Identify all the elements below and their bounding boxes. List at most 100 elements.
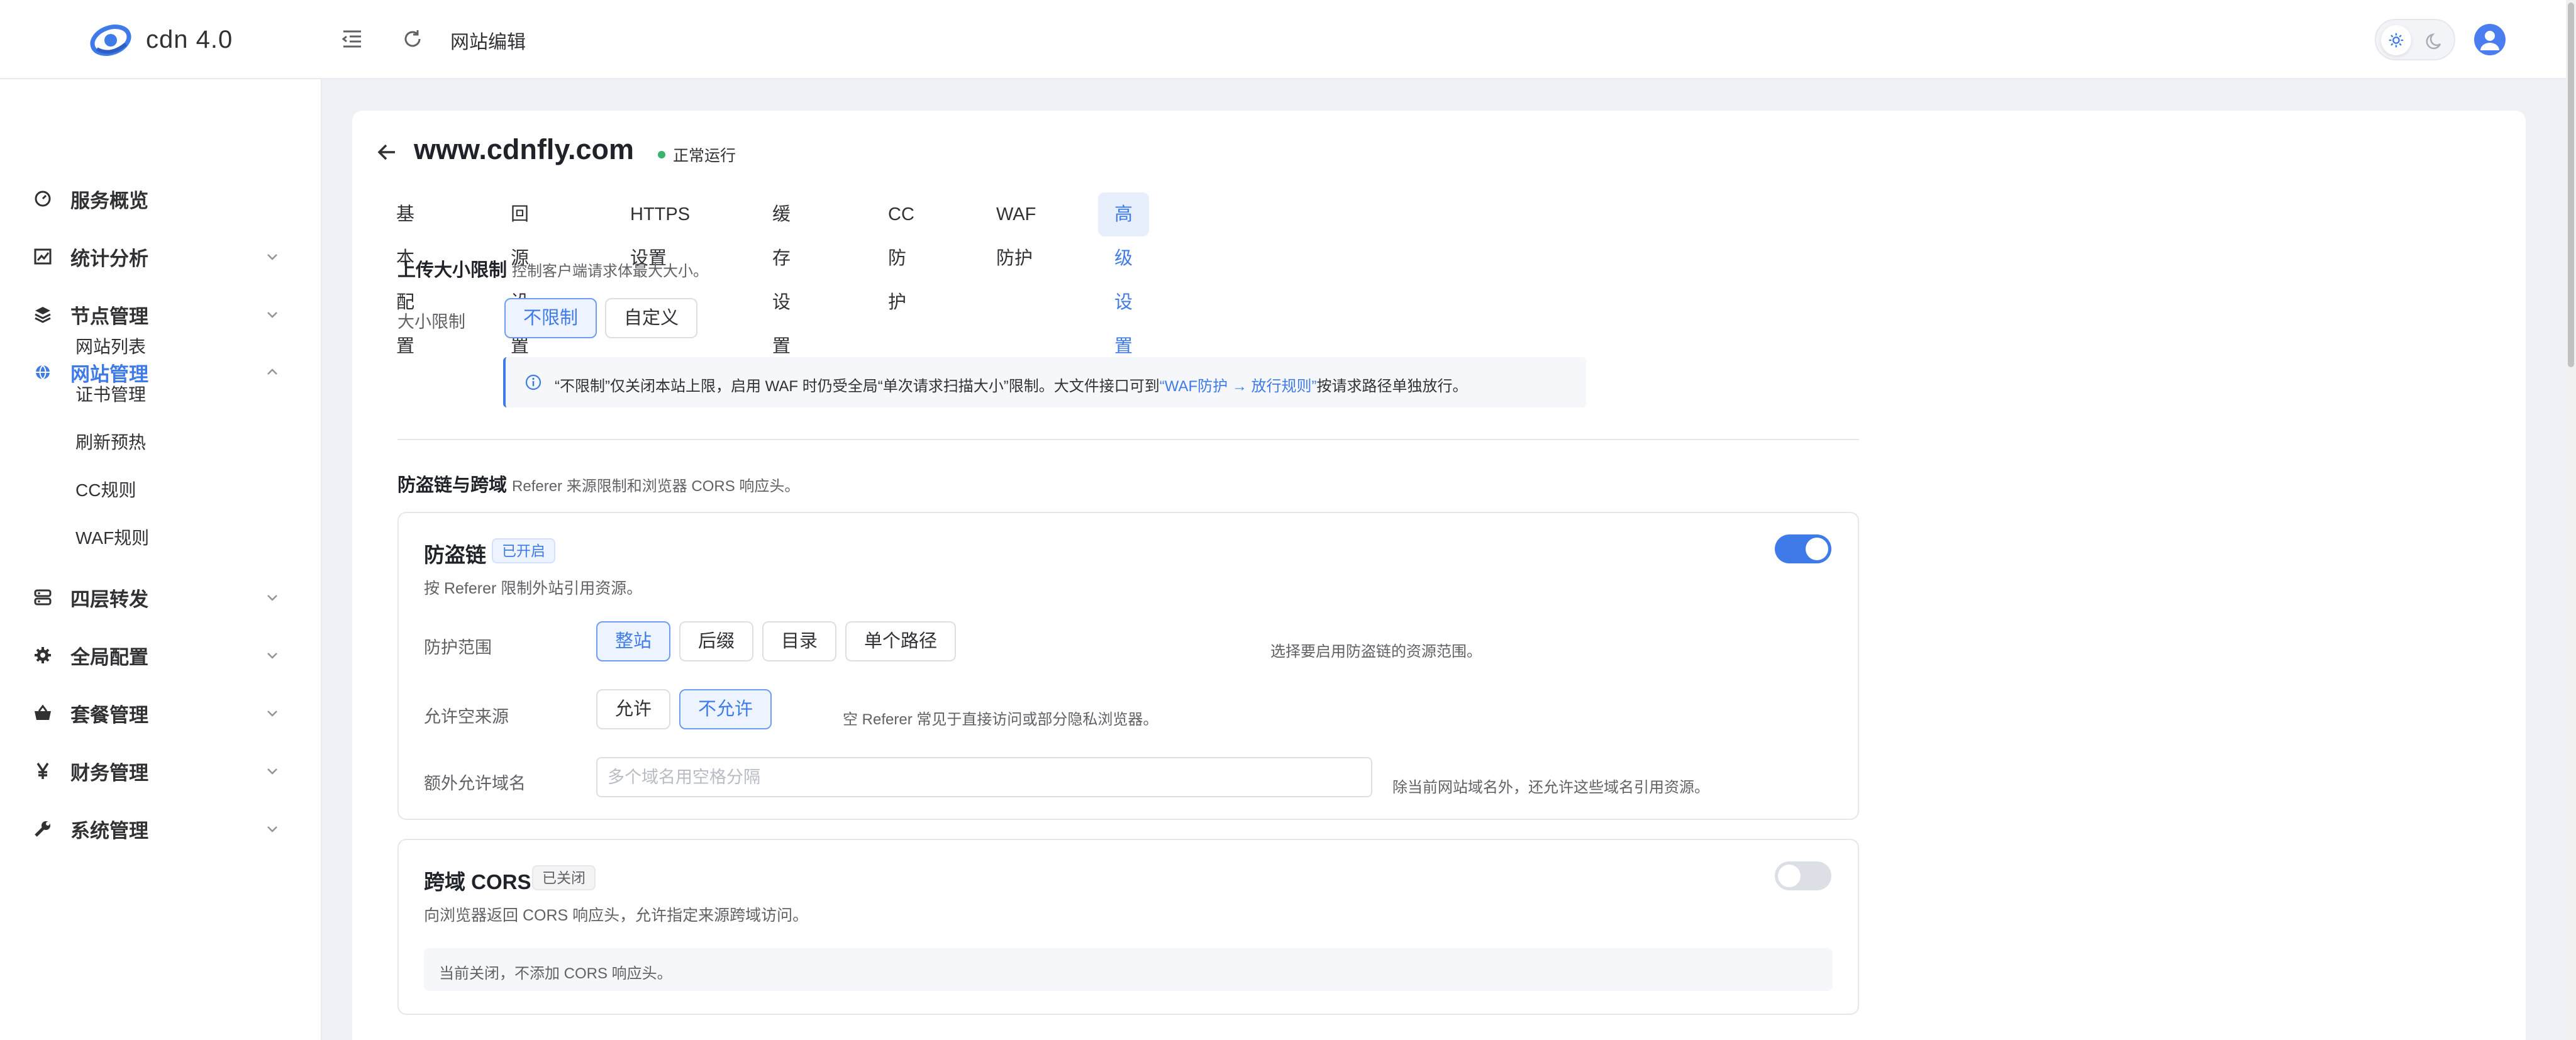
page-title: 网站编辑: [450, 32, 526, 53]
hotlink-status-badge: 已开启: [492, 538, 555, 563]
site-domain: www.cdnfly.com: [414, 133, 635, 165]
collapse-menu-icon[interactable]: [338, 25, 366, 53]
sidebar-item-label: 系统管理: [70, 819, 148, 842]
chevron-down-icon: [267, 768, 277, 775]
basket-icon: [35, 704, 51, 720]
layers-icon: [35, 307, 51, 323]
sub-item-cc-rules[interactable]: CC规则: [75, 477, 136, 502]
waf-allow-rules-link[interactable]: “WAF防护 → 放行规则”: [1160, 378, 1317, 395]
user-icon: [2480, 31, 2499, 50]
moon-icon: [2426, 33, 2441, 50]
scope-suffix-option[interactable]: 后缀: [679, 621, 754, 661]
sidebar-item-label: 节点管理: [70, 305, 148, 328]
status-badge: 正常运行: [658, 143, 736, 166]
server-icon: [34, 589, 52, 606]
sidebar-item-sites[interactable]: 网站管理: [0, 347, 322, 397]
upload-subtitle: 控制客户端请求体最大大小。: [512, 263, 709, 280]
status-dot: [658, 151, 665, 158]
cors-toggle[interactable]: [1775, 861, 1831, 890]
tab-origin[interactable]: 回源设置: [494, 192, 545, 357]
sidebar-item-label: 全局配置: [70, 646, 148, 668]
chevron-down-icon: [267, 595, 277, 601]
tab-basic[interactable]: 基本配置: [380, 192, 431, 357]
extra-domains-hint: 除当前网站域名外，还允许这些域名引用资源。: [1392, 779, 1709, 796]
gear-icon: [35, 647, 51, 663]
empty-referer-label: 允许空来源: [424, 707, 509, 726]
scope-hint: 选择要启用防盗链的资源范围。: [1270, 643, 1482, 660]
app-title: cdn 4.0: [146, 25, 233, 53]
empty-allow-option[interactable]: 允许: [596, 689, 671, 729]
scope-label: 防护范围: [424, 638, 492, 657]
size-unlimited-option[interactable]: 不限制: [504, 298, 597, 338]
size-custom-option[interactable]: 自定义: [605, 298, 698, 338]
alert-text-before: “不限制”仅关闭本站上限，启用 WAF 时仍受全局“单次请求扫描大小”限制。大文…: [555, 378, 1160, 395]
hotlink-desc: 按 Referer 限制外站引用资源。: [424, 580, 643, 597]
empty-referer-hint: 空 Referer 常见于直接访问或部分隐私浏览器。: [843, 711, 1158, 728]
sidebar-item-label: 服务概览: [70, 189, 148, 212]
sidebar-item-overview[interactable]: 服务概览: [0, 174, 322, 224]
size-limit-label: 大小限制: [397, 313, 465, 331]
empty-deny-option[interactable]: 不允许: [679, 689, 772, 729]
scrollbar-thumb[interactable]: [2568, 3, 2574, 367]
upload-title: 上传大小限制: [397, 260, 508, 280]
sidebar-item-system[interactable]: 系统管理: [0, 804, 322, 854]
sidebar-item-finance[interactable]: 财务管理: [0, 746, 322, 796]
tab-cache[interactable]: 缓存设置: [756, 192, 807, 357]
sidebar-item-label: 套餐管理: [70, 704, 148, 726]
chevron-down-icon: [267, 826, 277, 833]
app-logo[interactable]: cdn 4.0: [88, 21, 233, 58]
sidebar-item-global-config[interactable]: 全局配置: [0, 630, 322, 680]
sidebar-item-plans[interactable]: 套餐管理: [0, 688, 322, 738]
globe-icon: [36, 365, 50, 380]
refresh-icon[interactable]: [399, 25, 426, 53]
chevron-down-icon: [267, 312, 277, 318]
chart-icon: [34, 248, 52, 265]
page-scrollbar[interactable]: [2566, 0, 2576, 1040]
scope-single-path-option[interactable]: 单个路径: [845, 621, 957, 661]
status-text: 正常运行: [673, 147, 736, 165]
tab-https[interactable]: HTTPS设置: [614, 192, 706, 268]
tab-advanced[interactable]: 高级设置: [1098, 192, 1150, 357]
cors-status-badge: 已关闭: [532, 865, 596, 890]
sidebar-item-label: 四层转发: [70, 588, 148, 611]
yen-icon: [36, 763, 49, 779]
user-avatar[interactable]: [2474, 24, 2506, 55]
cors-note: 当前关闭，不添加 CORS 响应头。: [439, 965, 672, 982]
hotlink-toggle[interactable]: [1775, 534, 1831, 563]
cors-desc: 向浏览器返回 CORS 响应头，允许指定来源跨域访问。: [424, 907, 809, 924]
chevron-up-icon: [267, 368, 277, 375]
hotlink-title: 防盗链: [424, 543, 486, 567]
scope-directory-option[interactable]: 目录: [762, 621, 837, 661]
hotlink-section-title-text: 防盗链与跨域: [397, 475, 508, 495]
extra-domains-label: 额外允许域名: [424, 774, 526, 793]
cdn-logo-icon: [90, 25, 131, 56]
hotlink-section-title: 防盗链与跨域 Referer 来源限制和浏览器 CORS 响应头。: [397, 470, 799, 497]
sidebar-item-statistics[interactable]: 统计分析: [0, 231, 322, 282]
chevron-down-icon: [267, 254, 277, 260]
back-arrow-icon[interactable]: [374, 138, 401, 166]
scope-site-option[interactable]: 整站: [596, 621, 671, 661]
chevron-down-icon: [267, 711, 277, 717]
sub-item-waf-rules[interactable]: WAF规则: [75, 524, 149, 550]
cors-note-box: 当前关闭，不添加 CORS 响应头。: [424, 948, 1833, 991]
tab-cc[interactable]: CC防护: [872, 192, 931, 313]
dashboard-icon: [35, 191, 51, 207]
sub-item-cert-management[interactable]: 证书管理: [75, 381, 146, 406]
cors-title: 跨域 CORS: [424, 870, 531, 893]
sub-item-cache-refresh[interactable]: 刷新预热: [75, 429, 146, 454]
top-bar: cdn 4.0 网站编辑: [0, 0, 2566, 79]
hotlink-section-subtitle: Referer 来源限制和浏览器 CORS 响应头。: [512, 478, 800, 495]
upload-section-title: 上传大小限制 控制客户端请求体最大大小。: [397, 255, 708, 282]
sidebar-item-label: 统计分析: [70, 247, 148, 270]
extra-domains-input[interactable]: [596, 757, 1372, 797]
sub-item-site-list[interactable]: 网站列表: [75, 333, 146, 358]
alert-text: “不限制”仅关闭本站上限，启用 WAF 时仍受全局“单次请求扫描大小”限制。大文…: [555, 373, 1467, 396]
section-divider: [397, 439, 1859, 440]
info-icon: [525, 374, 541, 390]
chevron-down-icon: [267, 653, 277, 659]
sidebar-item-l4-forward[interactable]: 四层转发: [0, 572, 322, 622]
theme-toggle[interactable]: [2375, 19, 2455, 60]
sidebar-item-nodes[interactable]: 节点管理: [0, 289, 322, 340]
sun-icon: [2381, 25, 2411, 55]
tab-waf[interactable]: WAF防护: [980, 192, 1052, 268]
